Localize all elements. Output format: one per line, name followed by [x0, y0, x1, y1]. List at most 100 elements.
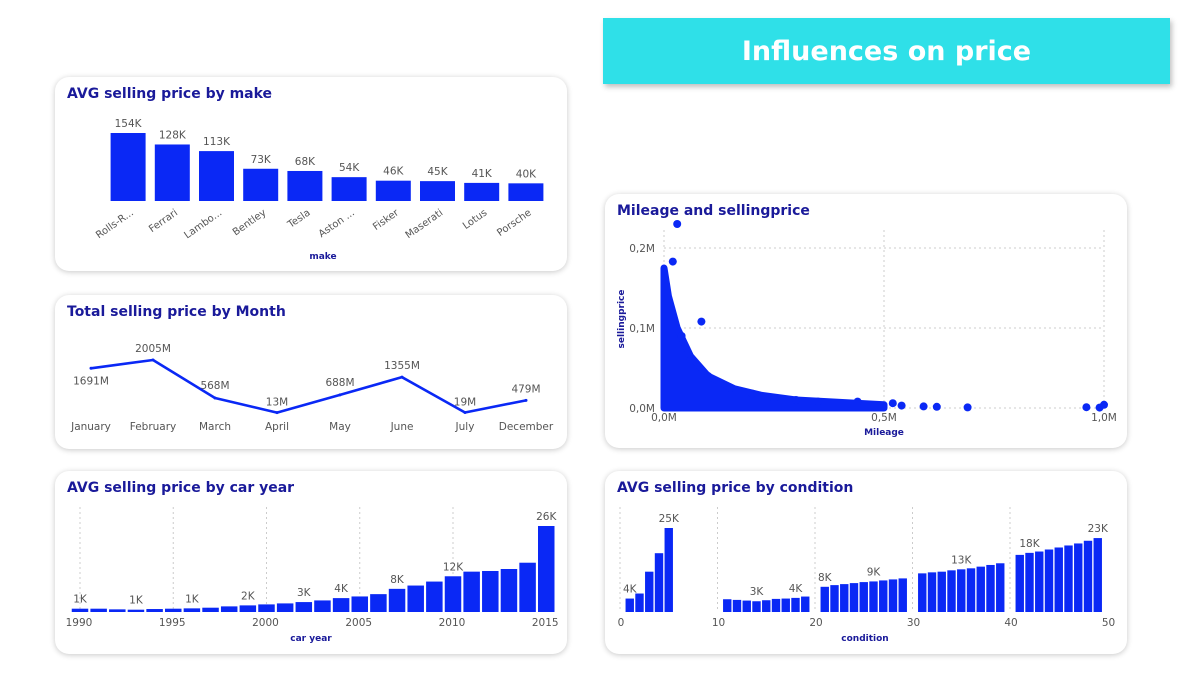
point-mileage [853, 397, 862, 406]
bar-condition [625, 598, 634, 612]
bar-year [220, 606, 238, 612]
point-mileage [919, 402, 928, 411]
bar-condition [732, 599, 742, 612]
bar-make [154, 144, 190, 201]
bar-condition [937, 571, 946, 612]
tick-label-condition: 0 [618, 617, 625, 629]
tick-label-condition: 10 [712, 617, 725, 629]
x-tick-label-mileage: 0,5M [871, 412, 897, 424]
point-month [275, 411, 279, 415]
bar-year [388, 588, 406, 612]
bar-condition [859, 582, 868, 612]
data-label-month: 479M [511, 383, 540, 395]
bar-year [351, 596, 368, 612]
tick-label-month: May [329, 421, 351, 433]
point-mileage [932, 402, 941, 411]
bar-year [276, 603, 294, 612]
tick-label-year: 1995 [159, 617, 186, 629]
bar-condition [801, 596, 810, 612]
x-axis-title-condition: condition [841, 634, 888, 644]
point-month [89, 366, 93, 370]
tick-label-month: April [265, 421, 289, 433]
point-month [400, 375, 404, 379]
bar-year [370, 594, 387, 612]
bar-year [407, 585, 424, 612]
bar-year [165, 608, 182, 612]
bar-year [295, 602, 313, 612]
bar-make [199, 151, 234, 201]
data-label-month: 568M [200, 380, 229, 392]
data-label-year: 26K [536, 511, 557, 523]
bar-year [202, 607, 219, 612]
point-mileage [814, 397, 822, 406]
chart-mileage: 0,0M0,1M0,2M0,0M 0,5M 1,0MMileagesellingpr… [617, 220, 1117, 438]
bar-condition [791, 597, 800, 612]
bar-condition [654, 553, 664, 612]
bar-year [314, 600, 331, 612]
bar-year [239, 605, 257, 612]
bar-condition [1064, 545, 1073, 612]
data-label-condition: 18K [1019, 538, 1040, 550]
tick-label-condition: 50 [1102, 617, 1115, 629]
bar-condition [957, 569, 966, 612]
bar-year [332, 598, 350, 612]
data-label-make: 154K [115, 118, 143, 130]
point-mileage [704, 372, 712, 380]
tick-label-make: Ferrari [147, 207, 180, 235]
data-label-year: 1K [129, 595, 144, 607]
tick-label-month: March [199, 421, 231, 433]
x-tick-label-mileage: 1,0M [1091, 412, 1117, 424]
card-year: AVG selling price by car year 1K 1K 1K 2K 3K… [55, 471, 567, 654]
tick-label-make: Tesla [285, 207, 312, 231]
point-cloud-mileage [660, 264, 888, 412]
bar-condition [771, 598, 781, 612]
bar-condition [1025, 552, 1034, 612]
bar-year [426, 581, 443, 612]
point-mileage [792, 396, 800, 404]
tick-label-make: Lotus [461, 207, 489, 231]
bar-year [183, 608, 201, 612]
tick-label-year: 2010 [439, 617, 466, 629]
data-label-month: 1355M [384, 360, 420, 372]
bar-condition [966, 568, 976, 612]
bar-condition [762, 600, 771, 612]
tick-label-year: 1990 [66, 617, 93, 629]
x-axis-title-make: make [309, 252, 336, 262]
bar-condition [1074, 543, 1083, 612]
data-label-month: 2005M [135, 343, 171, 355]
point-mileage [668, 257, 677, 266]
page-banner: Influences on price [603, 18, 1170, 84]
data-label-condition: 23K [1088, 523, 1109, 535]
bar-condition [1093, 538, 1102, 612]
bar-condition [996, 563, 1005, 612]
bar-make [464, 182, 500, 201]
card-make: AVG selling price by make 154K Rolls-R...… [55, 77, 567, 271]
tick-label-make: Aston ... [317, 207, 357, 240]
data-label-condition: 25K [659, 513, 680, 525]
bar-condition [869, 581, 878, 612]
data-label-make: 41K [472, 168, 493, 180]
point-month [463, 410, 467, 414]
data-label-year: 1K [73, 594, 88, 606]
data-label-condition: 9K [867, 566, 882, 578]
bar-condition [840, 584, 849, 612]
x-axis-title-year: car year [290, 634, 332, 644]
bar-make [243, 168, 279, 201]
card-condition: AVG selling price by condition 4K 25K 3K 4K… [605, 471, 1127, 654]
bar-condition [849, 583, 859, 612]
bar-condition [927, 572, 937, 612]
tick-label-make: Porsche [495, 207, 533, 238]
bar-make [508, 183, 544, 201]
bar-condition [1015, 554, 1024, 612]
bar-condition [918, 573, 927, 612]
bar-condition [830, 585, 839, 612]
bar-condition [879, 580, 888, 612]
point-month [524, 398, 528, 402]
point-month [213, 396, 217, 400]
data-label-year: 1K [185, 593, 200, 605]
bar-condition [947, 570, 956, 612]
data-label-month: 1691M [73, 375, 109, 387]
data-label-make: 46K [383, 166, 404, 178]
tick-label-make: Fisker [371, 207, 402, 233]
bar-condition [781, 598, 790, 612]
